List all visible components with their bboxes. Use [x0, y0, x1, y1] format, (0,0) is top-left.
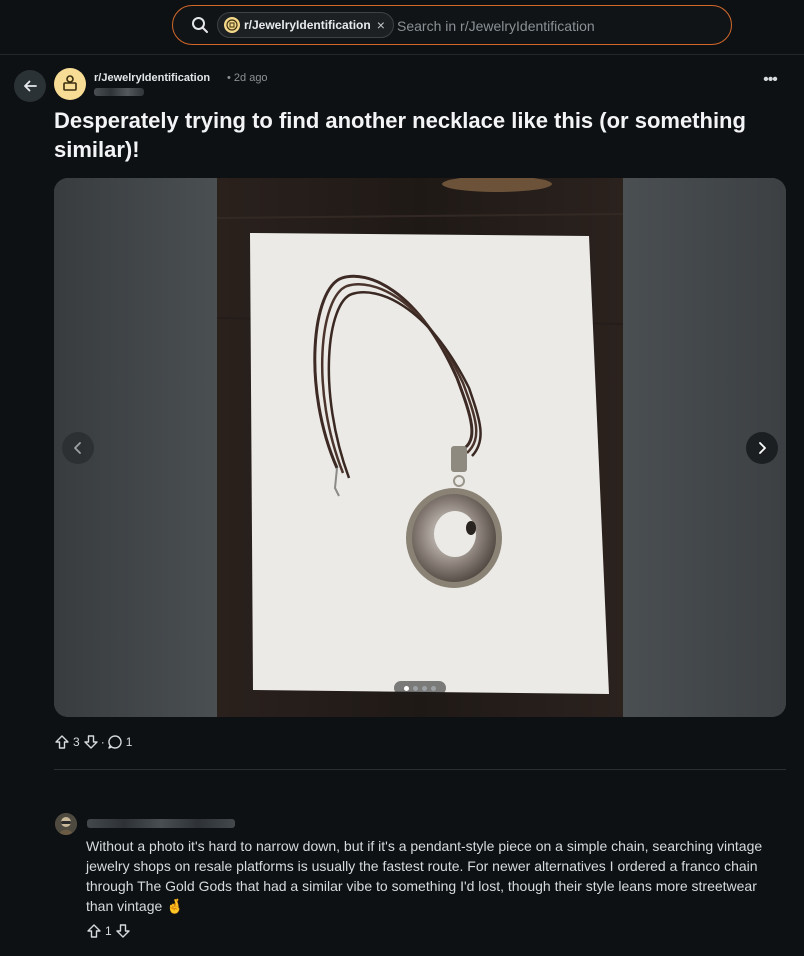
post-actions: 3 · 1 [54, 733, 135, 751]
comment-vote-count: 1 [105, 924, 112, 938]
upvote-icon[interactable] [86, 923, 102, 939]
search-bar[interactable]: r/JewelryIdentification × Search in r/Je… [172, 5, 732, 45]
subreddit-filter-chip[interactable]: r/JewelryIdentification × [217, 12, 394, 38]
search-input[interactable]: Search in r/JewelryIdentification [397, 18, 595, 34]
back-arrow-icon [24, 80, 37, 92]
comment-actions: 1 [86, 922, 131, 940]
gallery-prev-button[interactable] [62, 432, 94, 464]
chevron-right-icon [759, 442, 766, 454]
upvote-icon[interactable] [54, 734, 70, 750]
subreddit-chip-icon [224, 17, 240, 33]
downvote-icon[interactable] [115, 923, 131, 939]
subreddit-chip-label: r/JewelryIdentification [244, 18, 371, 32]
subreddit-avatar[interactable] [54, 68, 86, 100]
gallery-next-button[interactable] [746, 432, 778, 464]
chip-close-icon[interactable]: × [377, 17, 385, 33]
post-title: Desperately trying to find another neckl… [54, 108, 746, 162]
comment-icon[interactable] [107, 734, 123, 750]
divider [54, 769, 786, 770]
author-name-redacted[interactable] [94, 88, 144, 96]
search-icon[interactable] [191, 16, 209, 34]
gallery-dot[interactable] [422, 685, 427, 691]
comment-count: 1 [125, 735, 133, 749]
back-button[interactable] [14, 70, 46, 102]
commenter-avatar[interactable] [55, 813, 77, 835]
gallery-dot[interactable] [404, 685, 409, 691]
necklace-photo [217, 178, 623, 717]
gallery-dot[interactable] [431, 685, 436, 691]
post-vote-count: 3 [73, 735, 80, 749]
post-gallery[interactable] [54, 178, 786, 717]
chevron-left-icon [74, 442, 81, 454]
comment-body: Without a photo it's hard to narrow down… [86, 838, 763, 914]
commenter-name-redacted[interactable] [87, 819, 235, 828]
more-icon[interactable]: ••• [760, 72, 780, 94]
subreddit-name[interactable]: r/JewelryIdentification [94, 72, 210, 84]
post-age: • 2d ago [227, 72, 268, 84]
downvote-icon[interactable] [83, 734, 99, 750]
gallery-pagination [394, 681, 446, 695]
actions-separator: · [100, 735, 105, 749]
gallery-dot[interactable] [413, 685, 418, 691]
top-bar: r/JewelryIdentification × Search in r/Je… [0, 0, 804, 55]
